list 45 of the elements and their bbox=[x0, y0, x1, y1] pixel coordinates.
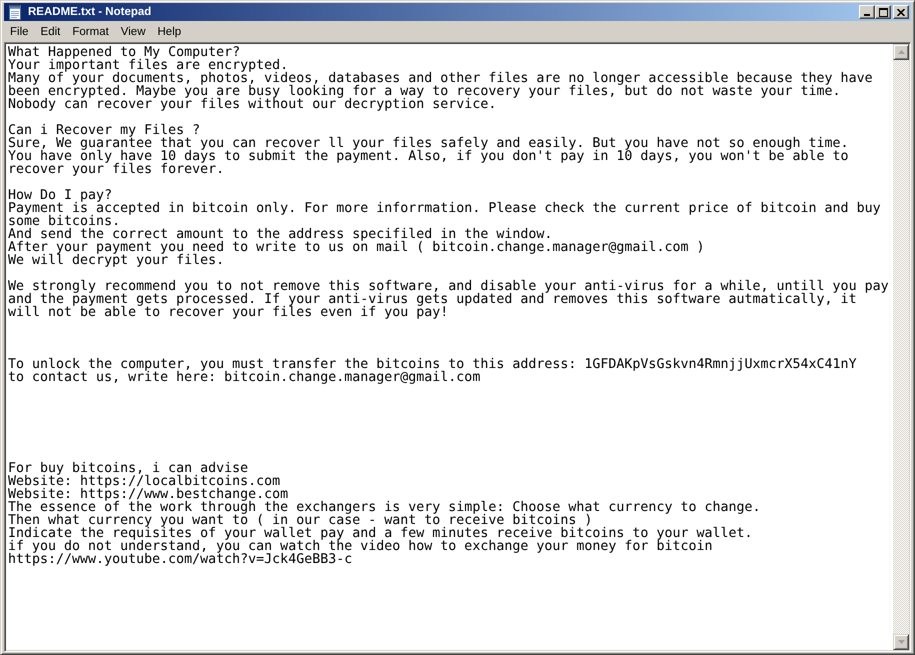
text-line: The essence of the work through the exchangers is very simple: Choose what currency to change. bbox=[8, 501, 761, 514]
window-title: README.txt - Notepad bbox=[28, 6, 152, 18]
text-line: We will decrypt your files. bbox=[8, 254, 224, 267]
text-line: Nobody can recover your files without our decryption service. bbox=[8, 98, 496, 111]
text-line: What Happened to My Computer? bbox=[8, 46, 240, 59]
down-triangle-icon bbox=[898, 640, 904, 644]
text-line: recover your files forever. bbox=[8, 163, 224, 176]
close-button[interactable] bbox=[893, 5, 909, 19]
text-line: and the payment gets processed. If your anti-virus gets updated and removes this software autmatically, it bbox=[8, 293, 857, 306]
menu-item[interactable]: Edit bbox=[34, 26, 66, 38]
text-line: if you do not understand, you can watch the video how to exchange your money for bitcoin bbox=[8, 540, 712, 553]
minimize-button[interactable] bbox=[859, 5, 875, 19]
text-line: to contact us, write here: bitcoin.change.manager@gmail.com bbox=[8, 371, 480, 384]
text-line: You have only have 10 days to submit the payment. Also, if you don't pay in 10 days, you won't be able to bbox=[8, 150, 849, 163]
minimize-icon bbox=[864, 14, 870, 16]
text-line: Sure, We guarantee that you can recover ll your files safely and easily. But you have not so enough time. bbox=[8, 137, 849, 150]
text-line: After your payment you need to write to us on mail ( bitcoin.change.manager@gmail.com ) bbox=[8, 241, 704, 254]
text-line: For buy bitcoins, i can advise bbox=[8, 462, 248, 475]
text-line: https://www.youtube.com/watch?v=Jck4GeBB3-c bbox=[8, 553, 352, 566]
text-line: been encrypted. Maybe you are busy looking for a way to recovery your files, but do not waste your time. bbox=[8, 85, 841, 98]
text-line: How Do I pay? bbox=[8, 189, 112, 202]
scroll-down-button[interactable] bbox=[893, 634, 909, 650]
menu-item[interactable]: File bbox=[4, 26, 35, 38]
text-line: Then what currency you want to ( in our case - want to receive bitcoins ) bbox=[8, 514, 592, 527]
text-line: We strongly recommend you to not remove this software, and disable your anti-virus for a while, untill you pay bbox=[8, 280, 889, 293]
maximize-button[interactable] bbox=[875, 5, 891, 19]
notepad-icon bbox=[7, 4, 23, 20]
text-line: Indicate the requisites of your wallet pay and a few minutes receive bitcoins to your wallet. bbox=[8, 527, 753, 540]
text-line: Website: https://www.bestchange.com bbox=[8, 488, 288, 501]
text-line: Can i Recover my Files ? bbox=[8, 124, 200, 137]
text-line: some bitcoins. bbox=[8, 215, 120, 228]
up-triangle-icon bbox=[898, 50, 904, 54]
text-line: Many of your documents, photos, videos, databases and other files are no longer accessible because they have bbox=[8, 72, 873, 85]
close-icon bbox=[897, 8, 905, 16]
text-line: Your important files are encrypted. bbox=[8, 59, 288, 72]
menu-item[interactable]: Format bbox=[66, 26, 115, 38]
maximize-icon bbox=[878, 8, 888, 16]
text-line: will not be able to recover your files even if you pay! bbox=[8, 306, 448, 319]
text-line: To unlock the computer, you must transfer the bitcoins to this address: 1GFDAKpVsGskvn4RmnjjUxmcrX54xC41nY bbox=[8, 358, 857, 371]
text-line: Website: https://localbitcoins.com bbox=[8, 475, 280, 488]
text-line: And send the correct amount to the address specifiled in the window. bbox=[8, 228, 552, 241]
menu-item[interactable]: Help bbox=[152, 26, 188, 38]
menu-item[interactable]: View bbox=[114, 26, 152, 38]
text-line: Payment is accepted in bitcoin only. For more inforrmation. Please check the current price of bitcoin and buy bbox=[8, 202, 881, 215]
scroll-up-button[interactable] bbox=[893, 44, 909, 60]
